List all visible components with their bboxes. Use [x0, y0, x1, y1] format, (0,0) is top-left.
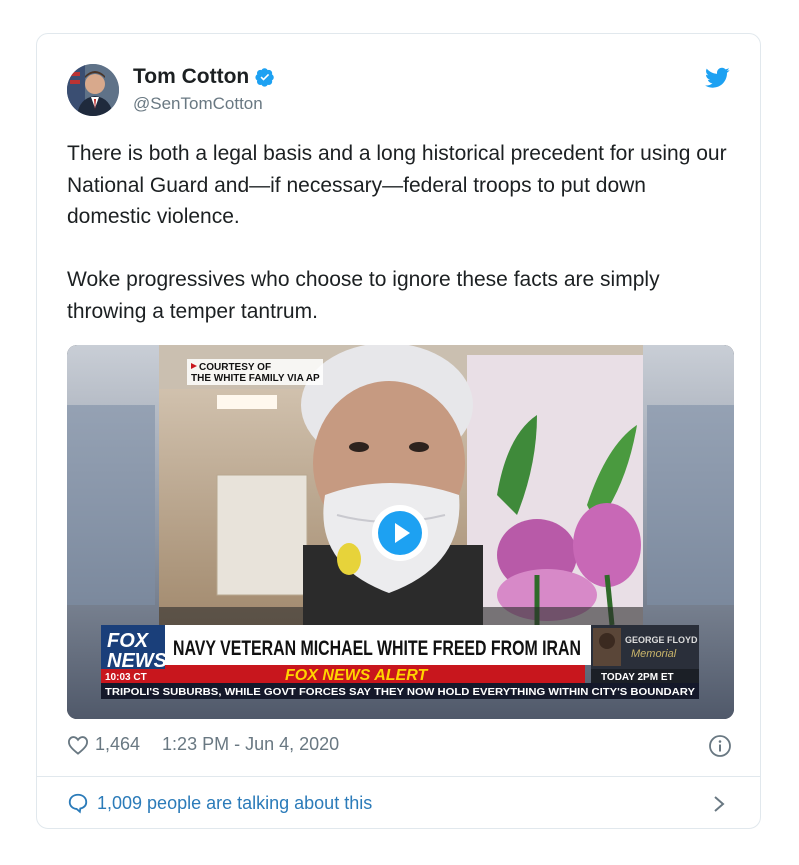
fox-logo-top: FOX	[107, 630, 150, 652]
play-button[interactable]	[372, 505, 428, 561]
tv-clock: 10:03 CT	[105, 672, 147, 683]
tweet-text: There is both a legal basis and a long h…	[67, 142, 727, 323]
avatar[interactable]	[67, 64, 119, 116]
conversation-link[interactable]: 1,009 people are talking about this	[67, 792, 372, 814]
news-ticker: TRIPOLI'S SUBURBS, WHILE GOVT FORCES SAY…	[105, 686, 695, 698]
promo-time: TODAY 2PM ET	[601, 672, 674, 683]
author-name[interactable]: Tom Cotton	[133, 65, 249, 89]
author-handle[interactable]: @SenTomCotton	[133, 94, 263, 114]
verified-icon	[255, 68, 274, 87]
info-icon[interactable]	[708, 734, 732, 758]
alert-banner: FOX NEWS ALERT	[285, 667, 428, 684]
chyron-headline: NAVY VETERAN MICHAEL WHITE FREED FROM IR…	[173, 637, 581, 660]
play-icon	[395, 523, 410, 543]
video-player[interactable]: COURTESY OF THE WHITE FAMILY VIA AP FOX …	[67, 345, 734, 719]
like-count[interactable]: 1,464	[95, 734, 140, 755]
heart-icon[interactable]	[67, 735, 89, 755]
promo-subtitle: Memorial	[631, 648, 677, 660]
tweet-card: Tom Cotton @SenTomCotton There is both a…	[36, 33, 761, 829]
promo-title: GEORGE FLOYD	[625, 635, 698, 645]
courtesy-source: THE WHITE FAMILY VIA AP	[191, 373, 320, 384]
author-name-row[interactable]: Tom Cotton	[133, 65, 275, 89]
fox-logo-bottom: NEWS	[107, 650, 168, 672]
conversation-label[interactable]: 1,009 people are talking about this	[97, 793, 372, 814]
twitter-bird-icon[interactable]	[705, 67, 730, 89]
tweet-timestamp[interactable]: 1:23 PM - Jun 4, 2020	[162, 734, 339, 755]
divider	[37, 776, 760, 777]
chevron-right-icon[interactable]	[712, 794, 726, 814]
courtesy-label: COURTESY OF	[199, 362, 271, 373]
reply-bubble-icon	[68, 793, 88, 814]
tweet-meta: 1,464 1:23 PM - Jun 4, 2020	[67, 734, 339, 755]
